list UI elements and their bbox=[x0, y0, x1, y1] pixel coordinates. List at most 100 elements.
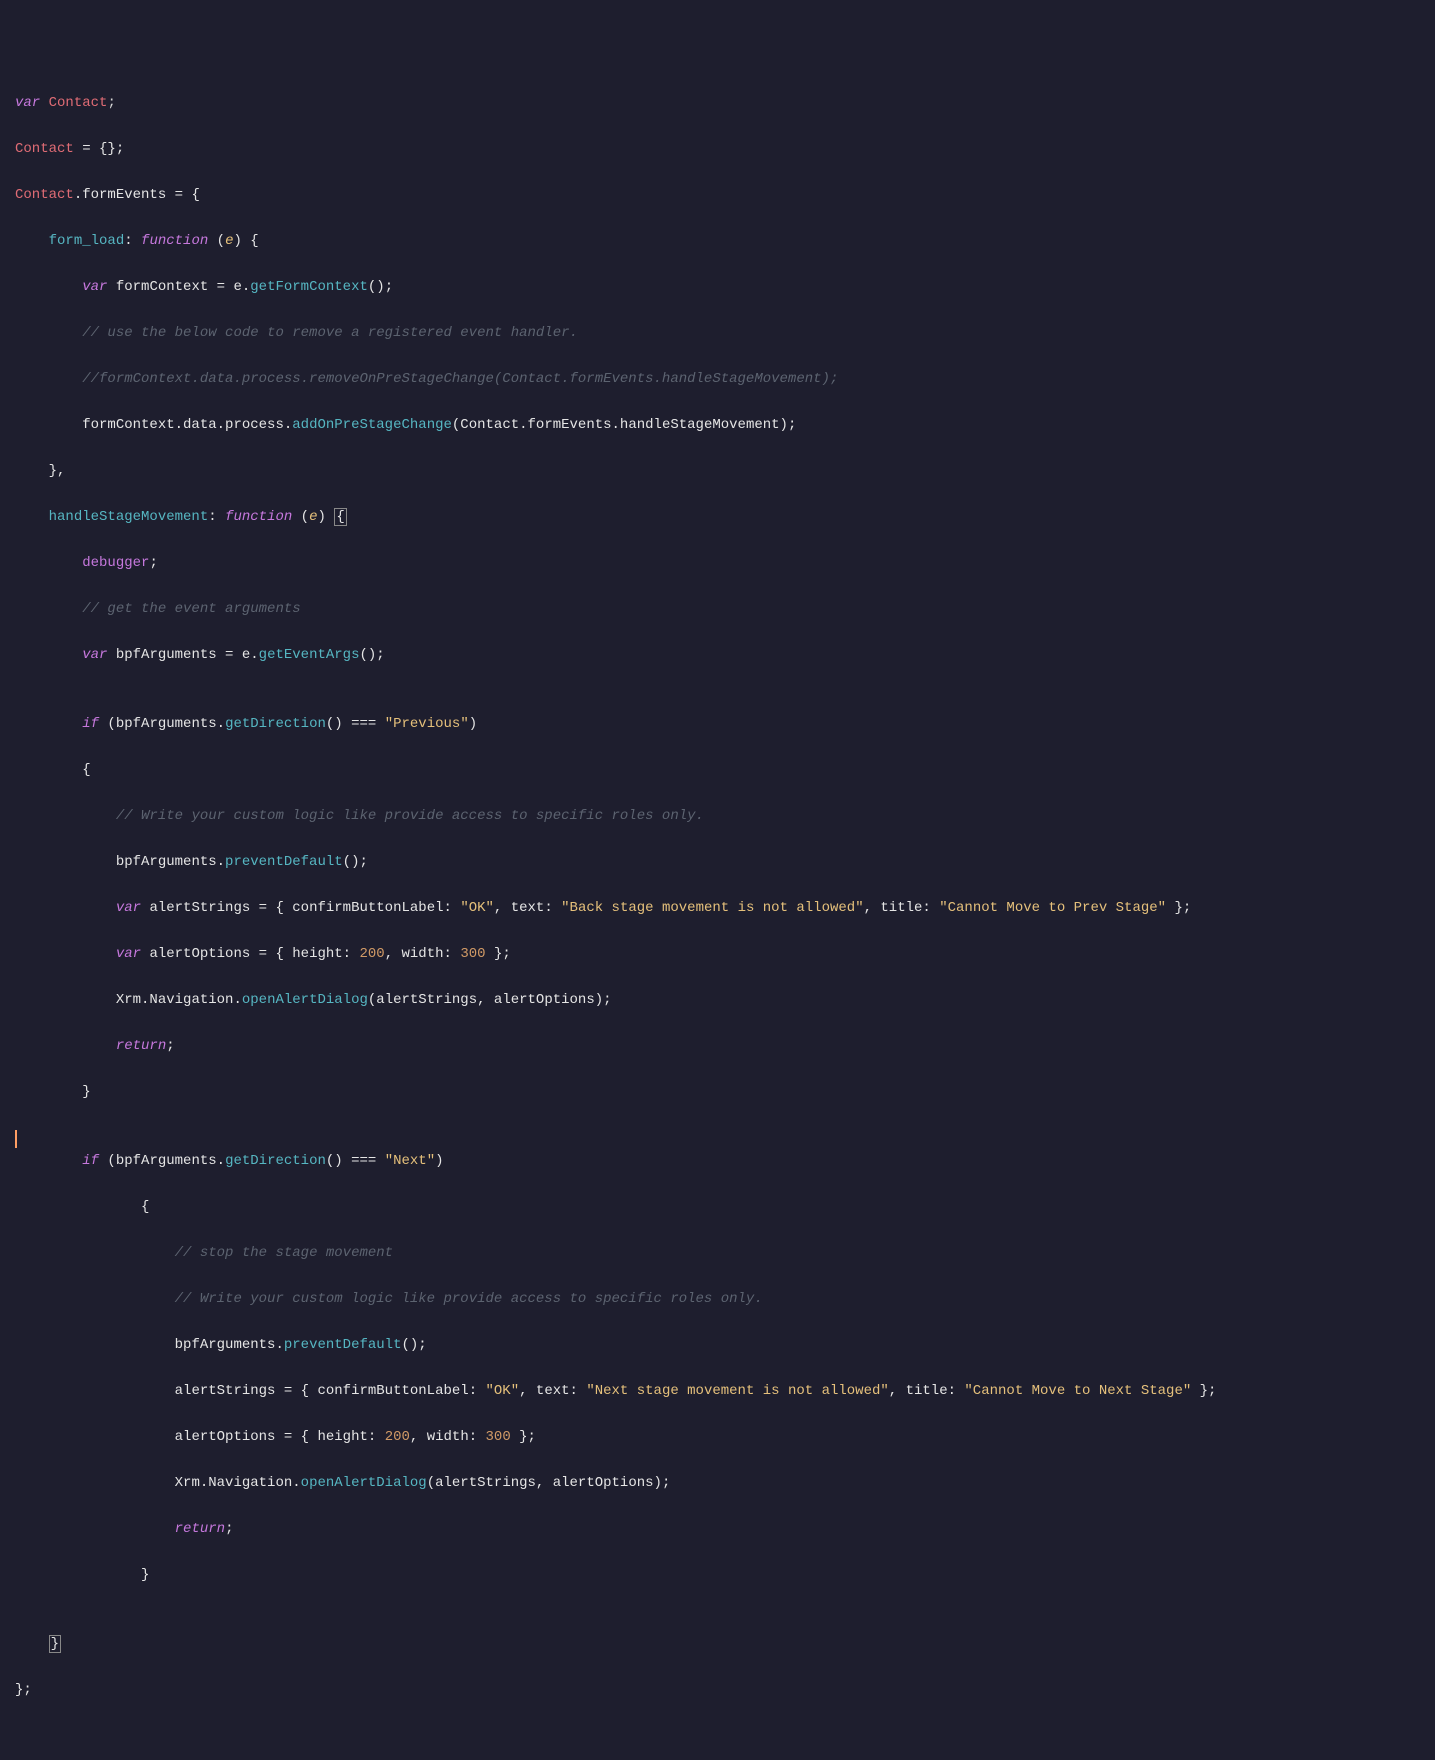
code-line[interactable]: if (bpfArguments.getDirection() === "Nex… bbox=[15, 1150, 1435, 1173]
code-line[interactable]: // Write your custom logic like provide … bbox=[15, 1288, 1435, 1311]
text: (bpfArguments. bbox=[99, 1153, 225, 1169]
text: alertStrings = { confirmButtonLabel: bbox=[175, 1383, 486, 1399]
code-line[interactable]: alertOptions = { height: 200, width: 300… bbox=[15, 1426, 1435, 1449]
text: bpfArguments. bbox=[116, 854, 225, 870]
code-line[interactable]: if (bpfArguments.getDirection() === "Pre… bbox=[15, 713, 1435, 736]
cursor bbox=[15, 1130, 17, 1148]
parameter: e bbox=[309, 509, 317, 525]
code-line[interactable]: } bbox=[15, 1633, 1435, 1656]
function-call: addOnPreStageChange bbox=[292, 417, 452, 433]
identifier: Contact bbox=[15, 187, 74, 203]
code-line[interactable]: }, bbox=[15, 460, 1435, 483]
text: ) bbox=[435, 1153, 443, 1169]
comment: // Write your custom logic like provide … bbox=[116, 808, 704, 824]
keyword-var: var bbox=[82, 279, 107, 295]
bracket-match: { bbox=[334, 508, 346, 526]
code-line[interactable]: { bbox=[15, 759, 1435, 782]
text: (alertStrings, alertOptions); bbox=[427, 1475, 671, 1491]
code-line[interactable]: bpfArguments.preventDefault(); bbox=[15, 851, 1435, 874]
text: ) bbox=[318, 509, 335, 525]
code-line[interactable]: Xrm.Navigation.openAlertDialog(alertStri… bbox=[15, 989, 1435, 1012]
number: 300 bbox=[486, 1429, 511, 1445]
keyword-if: if bbox=[82, 1153, 99, 1169]
text: .formEvents bbox=[74, 187, 166, 203]
text: }; bbox=[15, 1682, 32, 1698]
text: (bpfArguments. bbox=[99, 716, 225, 732]
code-line[interactable]: // get the event arguments bbox=[15, 598, 1435, 621]
text: alertStrings = { confirmButtonLabel: bbox=[141, 900, 460, 916]
code-line[interactable]: Contact.formEvents = { bbox=[15, 184, 1435, 207]
code-line[interactable]: // use the below code to remove a regist… bbox=[15, 322, 1435, 345]
string: "Previous" bbox=[385, 716, 469, 732]
code-line[interactable]: form_load: function (e) { bbox=[15, 230, 1435, 253]
code-line[interactable]: Xrm.Navigation.openAlertDialog(alertStri… bbox=[15, 1472, 1435, 1495]
code-line[interactable]: // stop the stage movement bbox=[15, 1242, 1435, 1265]
code-line[interactable]: // Write your custom logic like provide … bbox=[15, 805, 1435, 828]
string: "OK" bbox=[460, 900, 494, 916]
function-call: getEventArgs bbox=[259, 647, 360, 663]
code-line[interactable]: var bpfArguments = e.getEventArgs(); bbox=[15, 644, 1435, 667]
code-line[interactable]: return; bbox=[15, 1035, 1435, 1058]
code-line[interactable]: var formContext = e.getFormContext(); bbox=[15, 276, 1435, 299]
punctuation: ; bbox=[225, 1521, 233, 1537]
comment: // get the event arguments bbox=[82, 601, 300, 617]
function-call: openAlertDialog bbox=[301, 1475, 427, 1491]
code-line[interactable]: } bbox=[15, 1564, 1435, 1587]
code-line[interactable]: //formContext.data.process.removeOnPreSt… bbox=[15, 368, 1435, 391]
text: , title: bbox=[864, 900, 940, 916]
function-call: getFormContext bbox=[250, 279, 368, 295]
code-line[interactable]: var Contact; bbox=[15, 92, 1435, 115]
number: 300 bbox=[460, 946, 485, 962]
code-line[interactable]: alertStrings = { confirmButtonLabel: "OK… bbox=[15, 1380, 1435, 1403]
keyword-debugger: debugger bbox=[82, 555, 149, 571]
text: Xrm.Navigation. bbox=[116, 992, 242, 1008]
comment: // Write your custom logic like provide … bbox=[175, 1291, 763, 1307]
code-line[interactable]: return; bbox=[15, 1518, 1435, 1541]
text: (alertStrings, alertOptions); bbox=[368, 992, 612, 1008]
bracket-match: } bbox=[49, 1635, 61, 1653]
text: = {}; bbox=[74, 141, 124, 157]
text: bpfArguments = e. bbox=[107, 647, 258, 663]
text: : bbox=[124, 233, 141, 249]
text: = { bbox=[166, 187, 200, 203]
text: }; bbox=[1191, 1383, 1216, 1399]
string: "Cannot Move to Next Stage" bbox=[964, 1383, 1191, 1399]
keyword-var: var bbox=[116, 900, 141, 916]
text: , title: bbox=[889, 1383, 965, 1399]
text: formContext = e. bbox=[107, 279, 250, 295]
code-line[interactable]: } bbox=[15, 1081, 1435, 1104]
code-line[interactable]: var alertStrings = { confirmButtonLabel:… bbox=[15, 897, 1435, 920]
text: alertOptions = { height: bbox=[141, 946, 359, 962]
keyword-var: var bbox=[15, 95, 40, 111]
number: 200 bbox=[385, 1429, 410, 1445]
code-line[interactable]: debugger; bbox=[15, 552, 1435, 575]
comment: //formContext.data.process.removeOnPreSt… bbox=[82, 371, 838, 387]
number: 200 bbox=[359, 946, 384, 962]
text: , width: bbox=[410, 1429, 486, 1445]
code-line[interactable]: handleStageMovement: function (e) { bbox=[15, 506, 1435, 529]
code-line[interactable]: var alertOptions = { height: 200, width:… bbox=[15, 943, 1435, 966]
text: }, bbox=[49, 463, 66, 479]
keyword-function: function bbox=[225, 509, 292, 525]
code-line[interactable]: { bbox=[15, 1196, 1435, 1219]
text: () === bbox=[326, 716, 385, 732]
text: , width: bbox=[385, 946, 461, 962]
code-line[interactable]: formContext.data.process.addOnPreStageCh… bbox=[15, 414, 1435, 437]
string: "Next" bbox=[385, 1153, 435, 1169]
code-line[interactable]: bpfArguments.preventDefault(); bbox=[15, 1334, 1435, 1357]
text: (); bbox=[368, 279, 393, 295]
text: }; bbox=[1166, 900, 1191, 916]
code-editor[interactable]: var Contact; Contact = {}; Contact.formE… bbox=[15, 92, 1435, 1725]
comment: // use the below code to remove a regist… bbox=[82, 325, 578, 341]
function-call: openAlertDialog bbox=[242, 992, 368, 1008]
property-name: form_load bbox=[49, 233, 125, 249]
code-line[interactable]: }; bbox=[15, 1679, 1435, 1702]
punctuation: ; bbox=[107, 95, 115, 111]
text: ( bbox=[208, 233, 225, 249]
keyword-if: if bbox=[82, 716, 99, 732]
string: "OK" bbox=[486, 1383, 520, 1399]
text: alertOptions = { height: bbox=[175, 1429, 385, 1445]
keyword-function: function bbox=[141, 233, 208, 249]
text: Xrm.Navigation. bbox=[175, 1475, 301, 1491]
code-line[interactable]: Contact = {}; bbox=[15, 138, 1435, 161]
